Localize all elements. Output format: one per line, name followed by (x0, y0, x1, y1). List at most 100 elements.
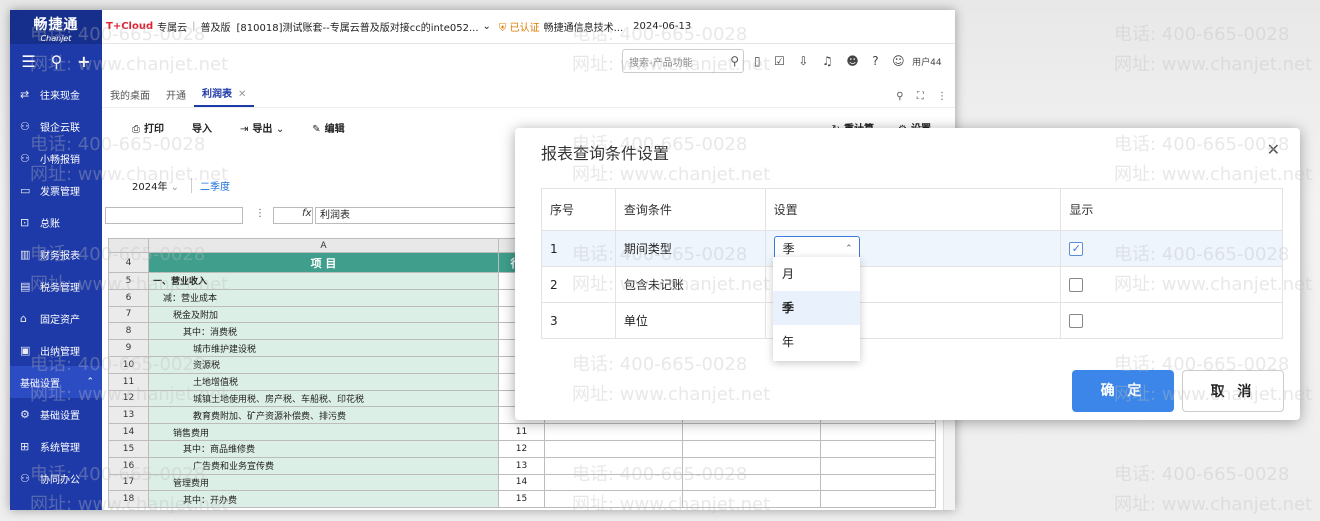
line-cell[interactable]: 11 (498, 423, 545, 441)
cancel-button[interactable]: 取 消 (1182, 370, 1284, 412)
phone-icon[interactable]: ▯ (754, 54, 761, 68)
checklist-icon[interactable]: ☑ (774, 54, 785, 68)
grid-cell[interactable] (682, 473, 821, 492)
item-cell[interactable]: 土地增值税 (148, 372, 499, 391)
row-header[interactable]: 14 (108, 423, 149, 441)
bell-icon[interactable]: ♫ (822, 54, 833, 68)
cell-ref-input[interactable] (105, 207, 243, 224)
account-selector[interactable]: [810018]测试账套--专属云普及版对接cc的inte052... (237, 19, 479, 34)
grid-cell[interactable] (820, 473, 936, 492)
fullscreen-icon[interactable]: ⛶ (917, 91, 924, 102)
print-button[interactable]: ⎙ 打印 (132, 120, 164, 135)
item-cell[interactable]: 资源税 (148, 355, 499, 374)
line-cell[interactable]: 14 (498, 473, 545, 492)
menu-icon[interactable]: ☰ (21, 52, 35, 71)
line-cell[interactable]: 12 (498, 439, 545, 458)
item-cell[interactable]: 减：营业成本 (148, 288, 499, 307)
user-name[interactable]: 用户44 (912, 58, 941, 68)
dropdown-option[interactable]: 年 (773, 325, 860, 359)
row-header[interactable]: 9 (108, 339, 149, 357)
grid-cell[interactable] (544, 439, 683, 458)
row-header[interactable]: 11 (108, 372, 149, 391)
mascot-icon[interactable]: ☻ (846, 54, 859, 68)
export-button[interactable]: ⇥ 导出 ⌄ (240, 120, 284, 135)
sidebar-item[interactable]: ⊡ 总账 (10, 206, 102, 238)
grid-cell[interactable] (682, 423, 821, 441)
row-header[interactable]: 12 (108, 389, 149, 408)
row-header[interactable]: 15 (108, 439, 149, 458)
confirm-button[interactable]: 确 定 (1072, 370, 1174, 412)
item-cell[interactable]: 销售费用 (148, 423, 499, 441)
search-icon[interactable]: ⚲ (730, 54, 739, 68)
row-header[interactable]: 13 (108, 406, 149, 425)
sidebar-item[interactable]: ⚇ 银企云联 (10, 110, 102, 142)
item-cell[interactable]: 其中：商品维修费 (148, 439, 499, 458)
grid-cell[interactable] (820, 423, 936, 441)
tab-desktop[interactable]: 我的桌面 (102, 87, 158, 107)
corner-cell[interactable] (108, 238, 149, 253)
row-header[interactable]: 16 (108, 456, 149, 475)
more-icon[interactable]: ⋮ (937, 91, 947, 102)
line-cell[interactable]: 13 (498, 456, 545, 475)
row-header[interactable]: 6 (108, 288, 149, 307)
col-header-a[interactable]: A (148, 238, 499, 253)
sidebar-item[interactable]: ▣ 出纳管理 (10, 334, 102, 366)
sidebar-group-basic[interactable]: 基础设置 ⌃ (10, 366, 102, 398)
search-input[interactable]: 搜索-产品功能 ⚲ (622, 49, 744, 73)
header-item-cell[interactable]: 项 目 (148, 252, 499, 273)
row-header[interactable]: 8 (108, 322, 149, 341)
grid-cell[interactable] (544, 490, 683, 509)
user-icon[interactable]: ☺ (892, 54, 905, 68)
sidebar-item[interactable]: ▭ 发票管理 (10, 174, 102, 206)
sidebar-item[interactable]: ⇄ 往来现金 (10, 78, 102, 110)
sidebar-item[interactable]: ⌂ 固定资产 (10, 302, 102, 334)
import-button[interactable]: 导入 (192, 120, 212, 135)
tab-income-statement[interactable]: 利润表 ✕ (194, 85, 255, 107)
grid-cell[interactable] (544, 423, 683, 441)
item-cell[interactable]: 一、营业收入 (148, 272, 499, 290)
grid-cell[interactable] (682, 439, 821, 458)
download-icon[interactable]: ⇩ (798, 54, 808, 68)
grid-cell[interactable] (544, 473, 683, 492)
year-select[interactable]: 2024年 ⌄ (132, 178, 179, 193)
item-cell[interactable]: 其中：开办费 (148, 490, 499, 509)
dropdown-option[interactable]: 月 (773, 257, 860, 291)
search-icon[interactable]: ⚲ (51, 52, 63, 71)
display-checkbox[interactable] (1069, 277, 1084, 292)
help-icon[interactable]: ? (872, 54, 878, 68)
sidebar-item[interactable]: ▤ 税务管理 (10, 270, 102, 302)
display-checkbox[interactable] (1069, 313, 1084, 328)
chevron-down-icon[interactable]: ⌄ (483, 21, 491, 32)
search-icon[interactable]: ⚲ (896, 91, 903, 102)
line-cell[interactable]: 15 (498, 490, 545, 509)
row-header[interactable]: 17 (108, 473, 149, 492)
plus-icon[interactable]: + (77, 52, 90, 71)
row-header[interactable]: 4 (108, 252, 149, 273)
item-cell[interactable]: 广告费和业务宣传费 (148, 456, 499, 475)
row-header[interactable]: 5 (108, 272, 149, 290)
close-icon[interactable]: ✕ (238, 89, 246, 100)
row-header[interactable]: 10 (108, 355, 149, 374)
sidebar-subitem[interactable]: ⚇ 协同办公 (10, 462, 102, 494)
sidebar-subitem[interactable]: ⊞ 系统管理 (10, 430, 102, 462)
edit-button[interactable]: ✎ 编辑 (312, 120, 344, 135)
item-cell[interactable]: 其中：消费税 (148, 322, 499, 341)
item-cell[interactable]: 税金及附加 (148, 305, 499, 324)
item-cell[interactable]: 管理费用 (148, 473, 499, 492)
sidebar-item[interactable]: ⚇ 小畅报销 (10, 142, 102, 174)
grid-cell[interactable] (682, 490, 821, 509)
grid-cell[interactable] (820, 439, 936, 458)
grid-cell[interactable] (820, 490, 936, 509)
display-checkbox[interactable]: ✓ (1069, 241, 1084, 256)
row-header[interactable]: 18 (108, 490, 149, 509)
item-cell[interactable]: 城市维护建设税 (148, 339, 499, 357)
grid-cell[interactable] (544, 456, 683, 475)
row-header[interactable]: 7 (108, 305, 149, 324)
sidebar-item[interactable]: ▥ 财务报表 (10, 238, 102, 270)
quarter-select[interactable]: 二季度 (191, 178, 230, 193)
grid-cell[interactable] (820, 456, 936, 475)
dropdown-option[interactable]: 季 (773, 291, 860, 325)
item-cell[interactable]: 城镇土地使用税、房产税、车船税、印花税 (148, 389, 499, 408)
tab-open[interactable]: 开通 (158, 87, 194, 107)
grid-cell[interactable] (682, 456, 821, 475)
